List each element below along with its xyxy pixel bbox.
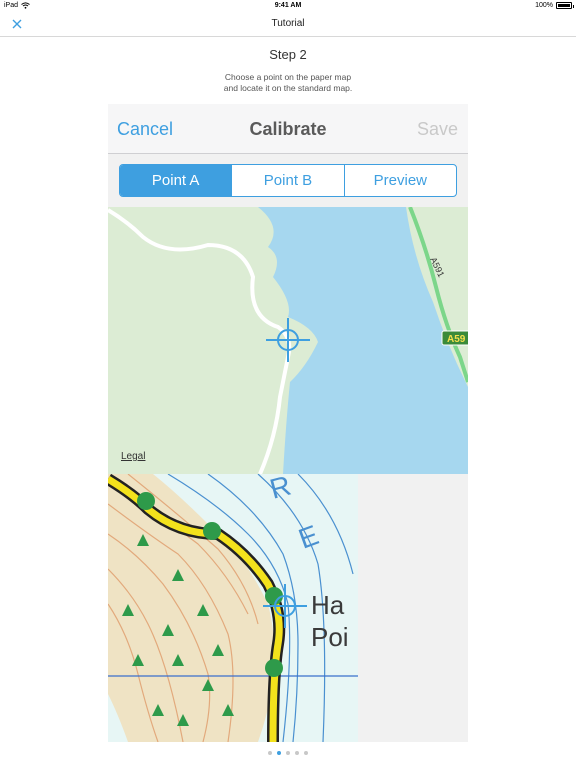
save-button[interactable]: Save xyxy=(417,119,458,140)
page-dot-5[interactable] xyxy=(304,751,308,755)
segment-preview[interactable]: Preview xyxy=(343,165,456,196)
point-segmented-control: Point A Point B Preview xyxy=(119,164,457,197)
page-indicator xyxy=(0,751,576,755)
calibrate-title: Calibrate xyxy=(249,119,327,139)
segment-point-a[interactable]: Point A xyxy=(120,165,232,196)
battery-percent: 100% xyxy=(535,2,553,9)
calibrate-panel: Cancel Calibrate Save Point A Point B Pr… xyxy=(108,104,468,742)
battery-icon xyxy=(556,2,574,9)
navigation-bar: Tutorial xyxy=(0,12,576,37)
calibrate-toolbar: Cancel Calibrate Save xyxy=(108,104,468,154)
road-shield-label: A59 xyxy=(447,334,466,345)
segment-point-b[interactable]: Point B xyxy=(231,165,343,196)
paper-map[interactable]: R E Ha Poi xyxy=(108,474,358,742)
clock: 9:41 AM xyxy=(274,2,302,9)
step-description-line-1: Choose a point on the paper map xyxy=(224,72,352,82)
step-title: Step 2 xyxy=(269,47,307,62)
page-dot-2[interactable] xyxy=(277,751,281,755)
legal-link[interactable]: Legal xyxy=(121,451,145,462)
step-description-line-2: and locate it on the standard map. xyxy=(223,83,353,93)
page-dot-3[interactable] xyxy=(286,751,290,755)
standard-map[interactable]: A591 A59 xyxy=(108,207,468,474)
place-label-line-1: Ha xyxy=(311,590,345,620)
step-description: Choose a point on the paper map and loca… xyxy=(0,72,576,94)
status-bar: iPad 9:41 AM 100% xyxy=(0,0,576,12)
page-dot-4[interactable] xyxy=(295,751,299,755)
place-label-line-2: Poi xyxy=(311,622,349,652)
page-dot-1[interactable] xyxy=(268,751,272,755)
nav-title: Tutorial xyxy=(271,18,305,29)
battery-info: 100% xyxy=(535,2,574,9)
